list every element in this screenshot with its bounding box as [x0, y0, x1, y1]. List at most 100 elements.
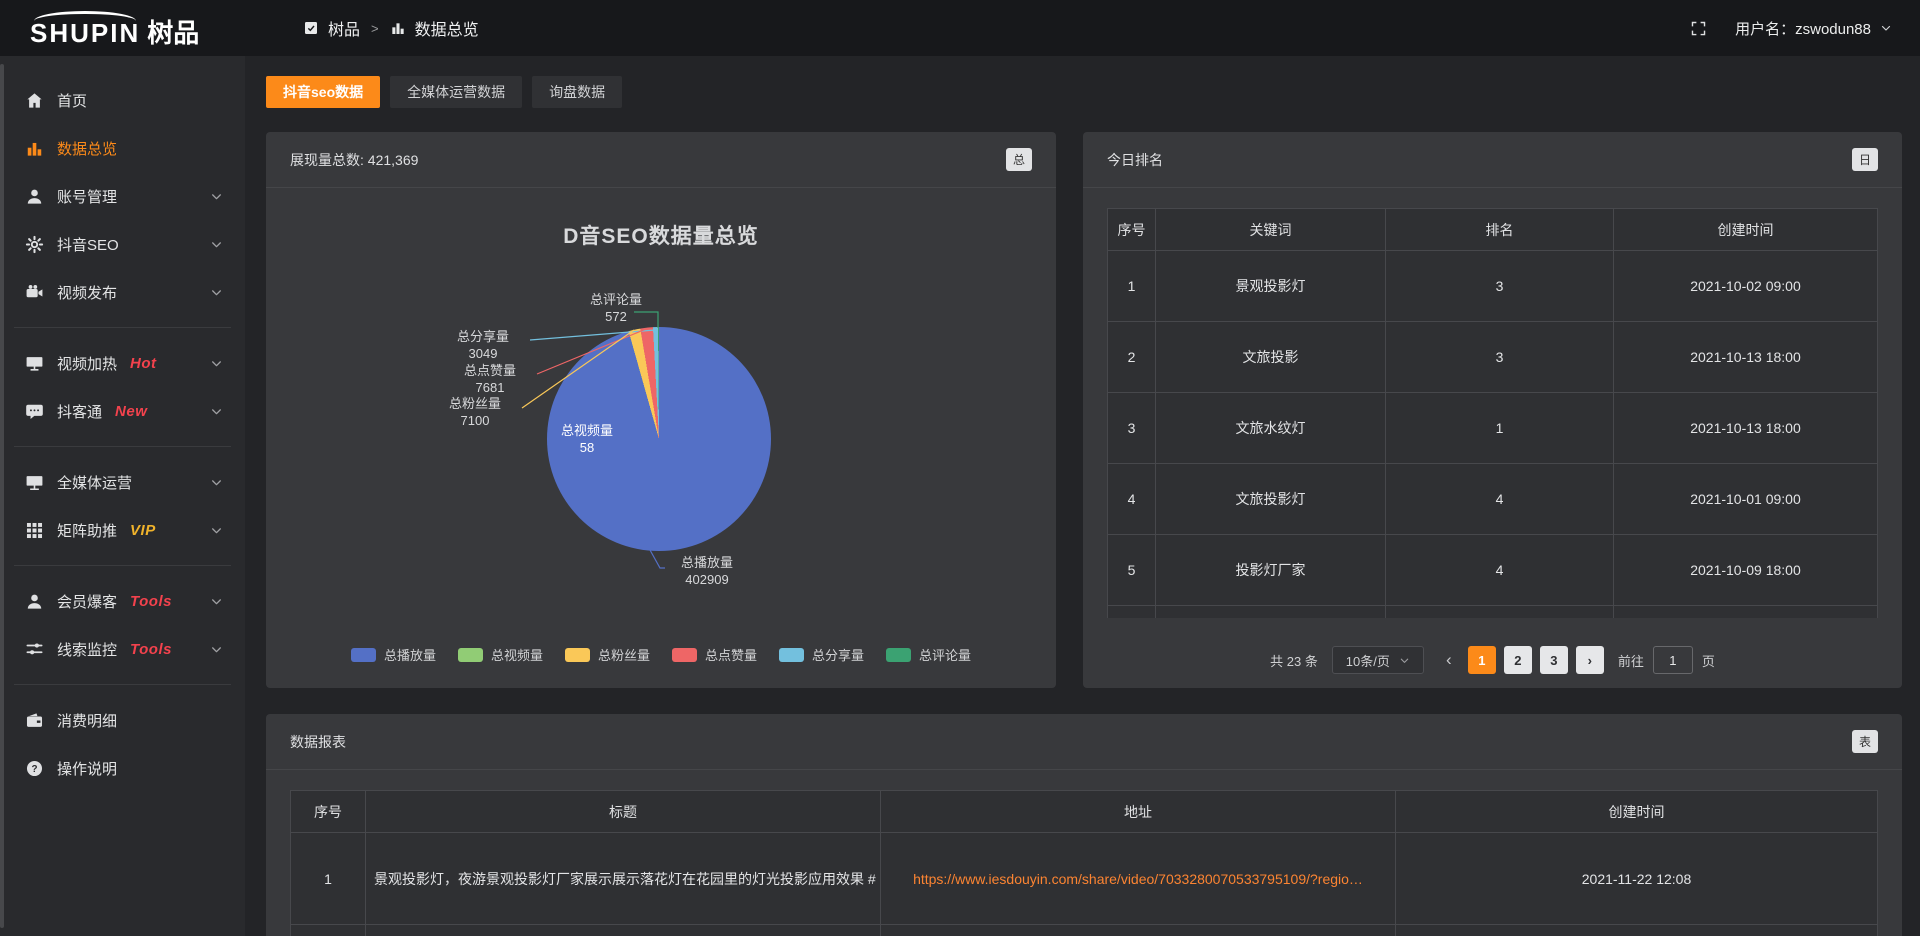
overview-panel-header: 展现量总数: 421,369 总 — [266, 132, 1056, 188]
legend-label: 总分享量 — [812, 645, 864, 664]
legend-item[interactable]: 总视频量 — [458, 645, 543, 664]
sidebar-item-matrix-boost[interactable]: 矩阵助推 VIP — [0, 506, 245, 554]
column-header: 序号 — [291, 791, 366, 833]
prev-page-button[interactable]: ‹ — [1438, 646, 1460, 674]
legend-swatch — [672, 648, 697, 662]
sidebar-item-douketong[interactable]: 抖客通 New — [0, 387, 245, 435]
user-menu[interactable]: 用户名：zswodun88 — [1735, 18, 1892, 39]
sidebar-item-media-operation[interactable]: 全媒体运营 — [0, 458, 245, 506]
bar-chart-icon — [25, 139, 44, 158]
report-panel: 数据报表 表 序号标题地址创建时间1景观投影灯，夜游景观投影灯厂家展示展示落花灯… — [266, 714, 1902, 936]
table-badge-button[interactable]: 表 — [1852, 730, 1878, 753]
table-cell: 文旅投影灯 — [1156, 464, 1386, 535]
header-right: 用户名：zswodun88 — [1690, 18, 1920, 39]
table-cell: 2021-11-22 12:08 — [1396, 833, 1878, 925]
column-header: 创建时间 — [1396, 791, 1878, 833]
sliders-icon — [25, 640, 44, 659]
table-row: 3文旅水纹灯12021-10-13 18:00 — [1108, 393, 1878, 464]
sidebar-item-member-baoke[interactable]: 会员爆客 Tools — [0, 577, 245, 625]
legend-item[interactable]: 总播放量 — [351, 645, 436, 664]
top-header: SHUPIN 树品 树品 > 数据总览 用户名：zswodun88 — [0, 0, 1920, 56]
chevron-down-icon — [210, 476, 223, 489]
page-size-select[interactable]: 10条/页 — [1332, 646, 1424, 674]
table-cell: 2021-10-09 18:00 — [1614, 535, 1878, 606]
column-header: 序号 — [1108, 209, 1156, 251]
legend-item[interactable]: 总分享量 — [779, 645, 864, 664]
logo-text: SHUPIN — [30, 11, 140, 46]
page-button-2[interactable]: 2 — [1504, 646, 1532, 674]
video-link[interactable]: https://www.iesdouyin.com/share/video/70… — [913, 871, 1363, 887]
table-header-row: 序号关键词排名创建时间 — [1108, 209, 1878, 251]
report-table: 序号标题地址创建时间1景观投影灯，夜游景观投影灯厂家展示展示落花灯在花园里的灯光… — [290, 790, 1878, 936]
pie-label-videos: 总视频量 58 — [542, 422, 632, 456]
gear-icon — [25, 235, 44, 254]
total-badge-button[interactable]: 总 — [1006, 148, 1032, 171]
report-title: 数据报表 — [290, 732, 346, 752]
sidebar-item-data-overview[interactable]: 数据总览 — [0, 124, 245, 172]
sidebar-item-label: 消费明细 — [57, 710, 117, 731]
pie-chart: D音SEO数据量总览 总评论量 572 总分享量 — [266, 188, 1056, 688]
sidebar-item-video-publish[interactable]: 视频发布 — [0, 268, 245, 316]
next-page-button[interactable]: › — [1576, 646, 1604, 674]
logo-brand-cn: 树品 — [147, 6, 199, 50]
table-cell: https://www.iesdouyin.com/share/video/70… — [881, 833, 1396, 925]
wallet-icon — [25, 711, 44, 730]
sidebar-item-consume-detail[interactable]: 消费明细 — [0, 696, 245, 744]
table-row: 4文旅投影灯42021-10-01 09:00 — [1108, 464, 1878, 535]
tab-1[interactable]: 全媒体运营数据 — [390, 76, 522, 108]
sidebar-item-video-heat[interactable]: 视频加热 Hot — [0, 339, 245, 387]
main-content: 抖音seo数据全媒体运营数据询盘数据 展现量总数: 421,369 总 D音SE… — [245, 56, 1920, 936]
sidebar-scrollbar[interactable] — [0, 64, 4, 928]
column-header: 创建时间 — [1614, 209, 1878, 251]
sidebar-item-badge: Hot — [130, 355, 157, 372]
pagination: 共 23 条 10条/页 ‹123› 前往 页 — [1083, 646, 1902, 674]
table-cell: 文旅水纹灯 — [1156, 393, 1386, 464]
breadcrumb: 树品 > 数据总览 — [303, 16, 479, 40]
sidebar: 首页 数据总览 账号管理 抖音SEO 视频发布 视频加热 Hot 抖客通 New — [0, 56, 245, 936]
page-button-1[interactable]: 1 — [1468, 646, 1496, 674]
breadcrumb-current[interactable]: 数据总览 — [415, 16, 479, 40]
grid-icon — [25, 521, 44, 540]
page-button-3[interactable]: 3 — [1540, 646, 1568, 674]
sidebar-item-label: 数据总览 — [57, 138, 117, 159]
sidebar-item-home[interactable]: 首页 — [0, 76, 245, 124]
home-icon — [25, 91, 44, 110]
ranking-title: 今日排名 — [1107, 150, 1163, 170]
sidebar-item-label: 抖音SEO — [57, 234, 119, 255]
sidebar-item-label: 抖客通 — [57, 401, 102, 422]
table-cell: 3 — [1386, 251, 1614, 322]
legend-item[interactable]: 总点赞量 — [672, 645, 757, 664]
sidebar-item-operation-guide[interactable]: ? 操作说明 — [0, 744, 245, 792]
fullscreen-icon[interactable] — [1690, 20, 1707, 37]
chat-icon — [25, 402, 44, 421]
table-cell: 2021-10-13 18:00 — [1614, 322, 1878, 393]
legend-swatch — [565, 648, 590, 662]
user-icon — [25, 592, 44, 611]
clipped-row — [291, 925, 1878, 936]
legend-label: 总视频量 — [491, 645, 543, 664]
table-cell: 景观投影灯，夜游景观投影灯厂家展示展示落花灯在花园里的灯光投影应用效果 # — [366, 833, 881, 925]
table-cell: 2021-10-01 09:00 — [1614, 464, 1878, 535]
sidebar-item-label: 操作说明 — [57, 758, 117, 779]
tab-2[interactable]: 询盘数据 — [532, 76, 622, 108]
legend-item[interactable]: 总粉丝量 — [565, 645, 650, 664]
sidebar-item-badge: Tools — [130, 593, 172, 610]
sidebar-divider — [14, 327, 231, 328]
table-cell: 景观投影灯 — [1156, 251, 1386, 322]
legend-label: 总评论量 — [919, 645, 971, 664]
day-badge-button[interactable]: 日 — [1852, 148, 1878, 171]
sidebar-item-label: 视频发布 — [57, 282, 117, 303]
chevron-down-icon — [210, 405, 223, 418]
breadcrumb-root[interactable]: 树品 — [328, 16, 360, 40]
sidebar-item-clue-monitor[interactable]: 线索监控 Tools — [0, 625, 245, 673]
pie-label-plays: 总播放量 402909 — [665, 554, 749, 588]
table-cell: 文旅投影 — [1156, 322, 1386, 393]
sidebar-item-douyin-seo[interactable]: 抖音SEO — [0, 220, 245, 268]
legend-item[interactable]: 总评论量 — [886, 645, 971, 664]
goto-page-input[interactable] — [1653, 646, 1693, 674]
tab-0[interactable]: 抖音seo数据 — [266, 76, 380, 108]
sidebar-divider — [14, 565, 231, 566]
column-header: 地址 — [881, 791, 1396, 833]
table-cell: 投影灯厂家 — [1156, 535, 1386, 606]
sidebar-item-account-manage[interactable]: 账号管理 — [0, 172, 245, 220]
